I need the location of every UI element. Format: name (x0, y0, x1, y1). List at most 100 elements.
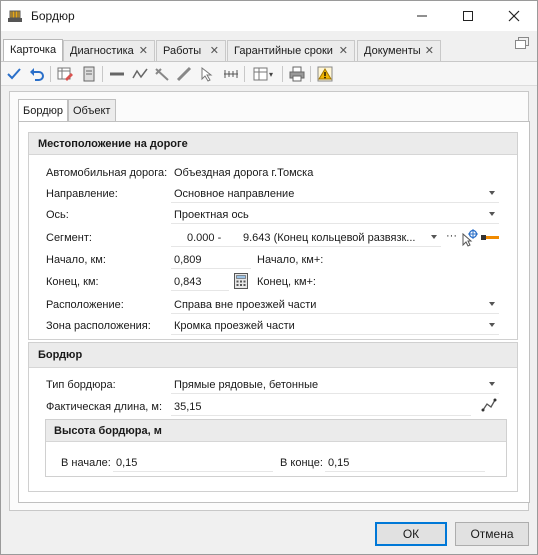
toolbar-separator (282, 66, 283, 82)
cancel-button[interactable]: Отмена (455, 522, 529, 546)
length-input[interactable]: 35,15 (171, 398, 471, 416)
height-start-input[interactable]: 0,15 (113, 454, 273, 472)
start-km-label: Начало, км: (46, 254, 106, 266)
restore-window-icon[interactable] (515, 37, 529, 49)
chevron-down-icon (489, 212, 495, 216)
height-start-label: В начале: (61, 457, 111, 469)
zone-select[interactable]: Кромка проезжей части (171, 317, 499, 335)
minimize-button[interactable] (399, 1, 445, 31)
chevron-down-icon (489, 323, 495, 327)
warnings-button[interactable] (316, 65, 334, 83)
dialog-window: Бордюр Карточка Диагностика ✕ Работы ✕ Г… (0, 0, 538, 555)
direction-label: Направление: (46, 188, 118, 200)
zone-label: Зона расположения: (46, 320, 151, 332)
tab-warranty[interactable]: Гарантийные сроки ✕ (227, 40, 355, 61)
document-icon (83, 66, 95, 82)
tab-card[interactable]: Карточка (3, 39, 63, 62)
calculator-icon[interactable] (234, 273, 248, 289)
height-end-input[interactable]: 0,15 (325, 454, 485, 472)
placement-label: Расположение: (46, 299, 124, 311)
toolbar-separator (244, 66, 245, 82)
tab-label: Гарантийные сроки (234, 45, 333, 57)
measure-icon (155, 68, 169, 81)
curb-type-label: Тип бордюра: (46, 379, 116, 391)
end-km-label: Конец, км: (46, 276, 99, 288)
table-edit-button[interactable] (56, 65, 74, 83)
end-km-input[interactable]: 0,843 (171, 273, 229, 291)
toolbar-separator (310, 66, 311, 82)
select-tool-button[interactable] (198, 65, 216, 83)
road-label: Автомобильная дорога: (46, 167, 168, 179)
tab-close-icon[interactable]: ✕ (210, 44, 219, 57)
line-measure-icon[interactable] (481, 397, 497, 413)
toolbar-separator (102, 66, 103, 82)
axis-label: Ось: (46, 209, 69, 221)
placement-value: Справа вне проезжей части (174, 299, 317, 311)
curb-group-header: Бордюр (29, 343, 517, 368)
inner-tab-object[interactable]: Объект (68, 99, 116, 121)
location-group-header: Местоположение на дороге (29, 133, 517, 155)
curb-type-value: Прямые рядовые, бетонные (174, 379, 319, 391)
table-view-dropdown[interactable]: ▾ (250, 65, 276, 83)
inner-tab-label: Бордюр (23, 105, 63, 117)
tab-label: Карточка (10, 44, 57, 56)
undo-icon (30, 68, 44, 81)
document-tabs: Карточка Диагностика ✕ Работы ✕ Гарантий… (1, 39, 537, 62)
tab-close-icon[interactable]: ✕ (139, 44, 148, 57)
ruler-tool-button[interactable] (222, 65, 240, 83)
tab-diagnostics[interactable]: Диагностика ✕ (63, 40, 155, 61)
map-pick-icon[interactable] (460, 229, 478, 247)
line-segment-icon (110, 72, 124, 76)
apply-button[interactable] (5, 65, 23, 83)
toolbar-separator (50, 66, 51, 82)
undo-button[interactable] (28, 65, 46, 83)
draw-tool-button[interactable] (175, 65, 193, 83)
height-group-header: Высота бордюра, м (46, 420, 506, 442)
segment-more-button[interactable]: ··· (446, 230, 457, 242)
measure-tool-button[interactable] (153, 65, 171, 83)
tab-works[interactable]: Работы ✕ (156, 40, 226, 61)
maximize-icon (463, 11, 473, 21)
polyline-icon (132, 68, 148, 79)
toolbar: ▾ (1, 62, 537, 86)
polyline-tool-button[interactable] (131, 65, 149, 83)
maximize-button[interactable] (445, 1, 491, 31)
tab-documents[interactable]: Документы ✕ (357, 40, 441, 61)
end-kmplus-label: Конец, км+: (257, 276, 316, 288)
window-title: Бордюр (31, 9, 75, 23)
start-km-input[interactable]: 0,809 (171, 251, 251, 269)
measure-tape-icon[interactable] (481, 231, 499, 243)
segment-start: 0.000 - (187, 232, 222, 244)
chevron-down-icon (489, 382, 495, 386)
pointer-icon (201, 66, 213, 82)
start-km-value: 0,809 (174, 254, 202, 266)
ok-button[interactable]: ОК (375, 522, 447, 546)
segment-tool-button[interactable] (108, 65, 126, 83)
chevron-down-icon (489, 191, 495, 195)
warning-icon (317, 66, 333, 82)
close-icon (508, 10, 520, 22)
height-end-label: В конце: (280, 457, 323, 469)
card-button[interactable] (80, 65, 98, 83)
pencil-icon (176, 66, 192, 82)
placement-select[interactable]: Справа вне проезжей части (171, 296, 499, 314)
segment-select[interactable]: 0.000 - 9.643 (Конец кольцевой развязк..… (171, 229, 441, 247)
curb-type-select[interactable]: Прямые рядовые, бетонные (171, 376, 499, 394)
length-value: 35,15 (174, 401, 202, 413)
chevron-down-icon (489, 302, 495, 306)
height-start-value: 0,15 (116, 457, 138, 469)
ruler-icon (224, 70, 238, 78)
axis-select[interactable]: Проектная ось (171, 206, 499, 224)
segment-value: 9.643 (Конец кольцевой развязк... (243, 232, 416, 244)
tab-close-icon[interactable]: ✕ (425, 44, 434, 57)
tab-close-icon[interactable]: ✕ (339, 44, 348, 57)
printer-icon (289, 66, 305, 82)
inner-tab-curb[interactable]: Бордюр (18, 99, 68, 122)
print-button[interactable] (288, 65, 306, 83)
start-kmplus-label: Начало, км+: (257, 254, 324, 266)
direction-select[interactable]: Основное направление (171, 185, 499, 203)
close-button[interactable] (491, 1, 537, 31)
road-value: Объездная дорога г.Томска (174, 167, 314, 179)
table-icon (253, 67, 268, 81)
height-end-value: 0,15 (328, 457, 350, 469)
